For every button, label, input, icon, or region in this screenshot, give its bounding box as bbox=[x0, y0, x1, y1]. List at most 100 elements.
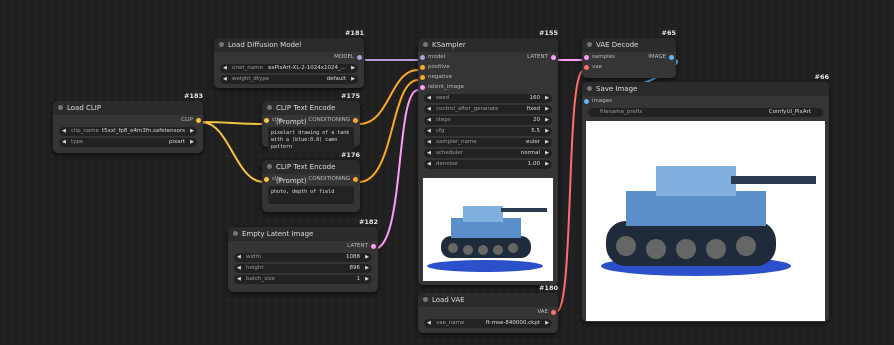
widget-height[interactable]: ◀ height 896 ▶ bbox=[234, 264, 372, 273]
arrow-right-icon[interactable]: ▶ bbox=[545, 149, 549, 158]
widget-seed[interactable]: ◀ seed 160 ▶ bbox=[424, 94, 552, 103]
arrow-right-icon[interactable]: ▶ bbox=[365, 275, 369, 284]
arrow-left-icon[interactable]: ◀ bbox=[427, 149, 431, 158]
node-load-diffusion-model[interactable]: #181 Load Diffusion Model MODEL ◀ unet_na… bbox=[214, 29, 364, 88]
arrow-right-icon[interactable]: ▶ bbox=[365, 253, 369, 262]
collapse-dot-icon[interactable] bbox=[267, 164, 272, 169]
widget-value: 1 bbox=[356, 276, 361, 282]
node-clip-text-encode-negative[interactable]: #176 CLIP Text Encode (Prompt) clip CONDI… bbox=[262, 151, 360, 212]
node-title[interactable]: Load VAE bbox=[418, 293, 558, 307]
node-title[interactable]: Save Image bbox=[582, 82, 829, 96]
widget-width[interactable]: ◀ width 1088 ▶ bbox=[234, 253, 372, 262]
input-label: clip bbox=[272, 176, 282, 182]
samples-input-slot[interactable] bbox=[584, 54, 589, 60]
arrow-right-icon[interactable]: ▶ bbox=[351, 75, 355, 84]
collapse-dot-icon[interactable] bbox=[219, 42, 224, 47]
collapse-dot-icon[interactable] bbox=[587, 42, 592, 47]
node-title[interactable]: Load CLIP bbox=[53, 101, 203, 115]
arrow-left-icon[interactable]: ◀ bbox=[237, 275, 241, 284]
node-load-clip[interactable]: #183 Load CLIP CLIP ◀ clip_name t5xxl_fp8_… bbox=[53, 92, 203, 153]
clip-input-slot[interactable] bbox=[264, 117, 269, 123]
collapse-dot-icon[interactable] bbox=[233, 231, 238, 236]
widget-weight-dtype[interactable]: ◀ weight_dtype default ▶ bbox=[220, 75, 358, 84]
arrow-right-icon[interactable]: ▶ bbox=[190, 138, 194, 147]
arrow-right-icon[interactable]: ▶ bbox=[545, 116, 549, 125]
arrow-left-icon[interactable]: ◀ bbox=[223, 75, 227, 84]
collapse-dot-icon[interactable] bbox=[58, 105, 63, 110]
model-input-slot[interactable] bbox=[420, 54, 425, 60]
title-label: Load Diffusion Model bbox=[228, 41, 302, 49]
node-title[interactable]: CLIP Text Encode (Prompt) bbox=[262, 101, 360, 126]
input-label: negative bbox=[428, 74, 453, 80]
widget-denoise[interactable]: ◀ denoise 1.00 ▶ bbox=[424, 160, 552, 169]
arrow-left-icon[interactable]: ◀ bbox=[62, 138, 66, 147]
node-vae-decode[interactable]: #65 VAE Decode samples IMAGE vae bbox=[582, 29, 676, 78]
arrow-left-icon[interactable]: ◀ bbox=[427, 116, 431, 125]
model-output-slot[interactable] bbox=[357, 54, 362, 60]
arrow-left-icon[interactable]: ◀ bbox=[223, 64, 227, 73]
node-load-vae[interactable]: #180 Load VAE VAE ◀ vae_name ft-mse-840000… bbox=[418, 284, 558, 333]
widget-batch-size[interactable]: ◀ batch_size 1 ▶ bbox=[234, 275, 372, 284]
latent-image-input-slot[interactable] bbox=[420, 84, 425, 90]
arrow-right-icon[interactable]: ▶ bbox=[545, 94, 549, 103]
node-clip-text-encode-positive[interactable]: #175 CLIP Text Encode (Prompt) clip CONDI… bbox=[262, 92, 360, 154]
node-empty-latent-image[interactable]: #182 Empty Latent Image LATENT ◀ width 108… bbox=[228, 218, 378, 292]
arrow-right-icon[interactable]: ▶ bbox=[545, 127, 549, 136]
node-ksampler[interactable]: #155 KSampler model LATENT positive negat… bbox=[418, 29, 558, 285]
widget-type[interactable]: ◀ type pixart ▶ bbox=[59, 138, 197, 147]
arrow-left-icon[interactable]: ◀ bbox=[427, 138, 431, 147]
widget-control-after-generate[interactable]: ◀ control_after_generate fixed ▶ bbox=[424, 105, 552, 114]
prompt-textarea[interactable]: photo, depth of field bbox=[268, 186, 354, 204]
positive-input-slot[interactable] bbox=[420, 64, 425, 70]
node-title[interactable]: CLIP Text Encode (Prompt) bbox=[262, 160, 360, 185]
widget-label: filename_prefix bbox=[600, 109, 643, 115]
widget-vae-name[interactable]: ◀ vae_name ft-mse-840000.ckpt ▶ bbox=[424, 319, 552, 328]
conditioning-output-slot[interactable] bbox=[353, 176, 358, 182]
arrow-left-icon[interactable]: ◀ bbox=[237, 264, 241, 273]
node-title[interactable]: Empty Latent Image bbox=[228, 227, 378, 241]
title-label: Load CLIP bbox=[67, 104, 102, 112]
negative-input-slot[interactable] bbox=[420, 74, 425, 80]
arrow-right-icon[interactable]: ▶ bbox=[545, 319, 549, 328]
arrow-left-icon[interactable]: ◀ bbox=[427, 127, 431, 136]
widget-sampler-name[interactable]: ◀ sampler_name euler ▶ bbox=[424, 138, 552, 147]
vae-input-slot[interactable] bbox=[584, 64, 589, 70]
collapse-dot-icon[interactable] bbox=[587, 86, 592, 91]
node-title[interactable]: Load Diffusion Model bbox=[214, 38, 364, 52]
clip-input-slot[interactable] bbox=[264, 176, 269, 182]
node-title[interactable]: VAE Decode bbox=[582, 38, 676, 52]
prompt-textarea[interactable]: pixelart drawing of a tank with a (blue:… bbox=[268, 127, 354, 154]
arrow-left-icon[interactable]: ◀ bbox=[62, 127, 66, 136]
collapse-dot-icon[interactable] bbox=[267, 105, 272, 110]
arrow-left-icon[interactable]: ◀ bbox=[427, 319, 431, 328]
arrow-left-icon[interactable]: ◀ bbox=[427, 105, 431, 114]
image-output-slot[interactable] bbox=[669, 54, 674, 60]
arrow-left-icon[interactable]: ◀ bbox=[237, 253, 241, 262]
widget-cfg[interactable]: ◀ cfg 5.5 ▶ bbox=[424, 127, 552, 136]
arrow-right-icon[interactable]: ▶ bbox=[351, 64, 355, 73]
arrow-right-icon[interactable]: ▶ bbox=[190, 127, 194, 136]
node-id: #175 bbox=[340, 92, 360, 100]
title-label: Save Image bbox=[596, 85, 638, 93]
latent-output-slot[interactable] bbox=[551, 54, 556, 60]
widget-filename-prefix[interactable]: filename_prefix ComfyUI_PixArt bbox=[588, 108, 823, 117]
node-save-image[interactable]: #66 Save Image images filename_prefix Com… bbox=[582, 73, 829, 322]
arrow-right-icon[interactable]: ▶ bbox=[545, 138, 549, 147]
conditioning-output-slot[interactable] bbox=[353, 117, 358, 123]
clip-output-slot[interactable] bbox=[196, 117, 201, 123]
widget-steps[interactable]: ◀ steps 20 ▶ bbox=[424, 116, 552, 125]
widget-scheduler[interactable]: ◀ scheduler normal ▶ bbox=[424, 149, 552, 158]
arrow-left-icon[interactable]: ◀ bbox=[427, 94, 431, 103]
collapse-dot-icon[interactable] bbox=[423, 42, 428, 47]
node-title[interactable]: KSampler bbox=[418, 38, 558, 52]
arrow-left-icon[interactable]: ◀ bbox=[427, 160, 431, 169]
images-input-slot[interactable] bbox=[584, 98, 589, 104]
latent-output-slot[interactable] bbox=[371, 243, 376, 249]
vae-output-slot[interactable] bbox=[551, 309, 556, 315]
widget-unet-name[interactable]: ◀ unet_name exPixArt-XL-2-1024x1024_... ▶ bbox=[220, 64, 358, 73]
arrow-right-icon[interactable]: ▶ bbox=[365, 264, 369, 273]
arrow-right-icon[interactable]: ▶ bbox=[545, 105, 549, 114]
widget-clip-name[interactable]: ◀ clip_name t5xxl_fp8_e4m3fn.safetensors ▶ bbox=[59, 127, 197, 136]
collapse-dot-icon[interactable] bbox=[423, 297, 428, 302]
arrow-right-icon[interactable]: ▶ bbox=[545, 160, 549, 169]
